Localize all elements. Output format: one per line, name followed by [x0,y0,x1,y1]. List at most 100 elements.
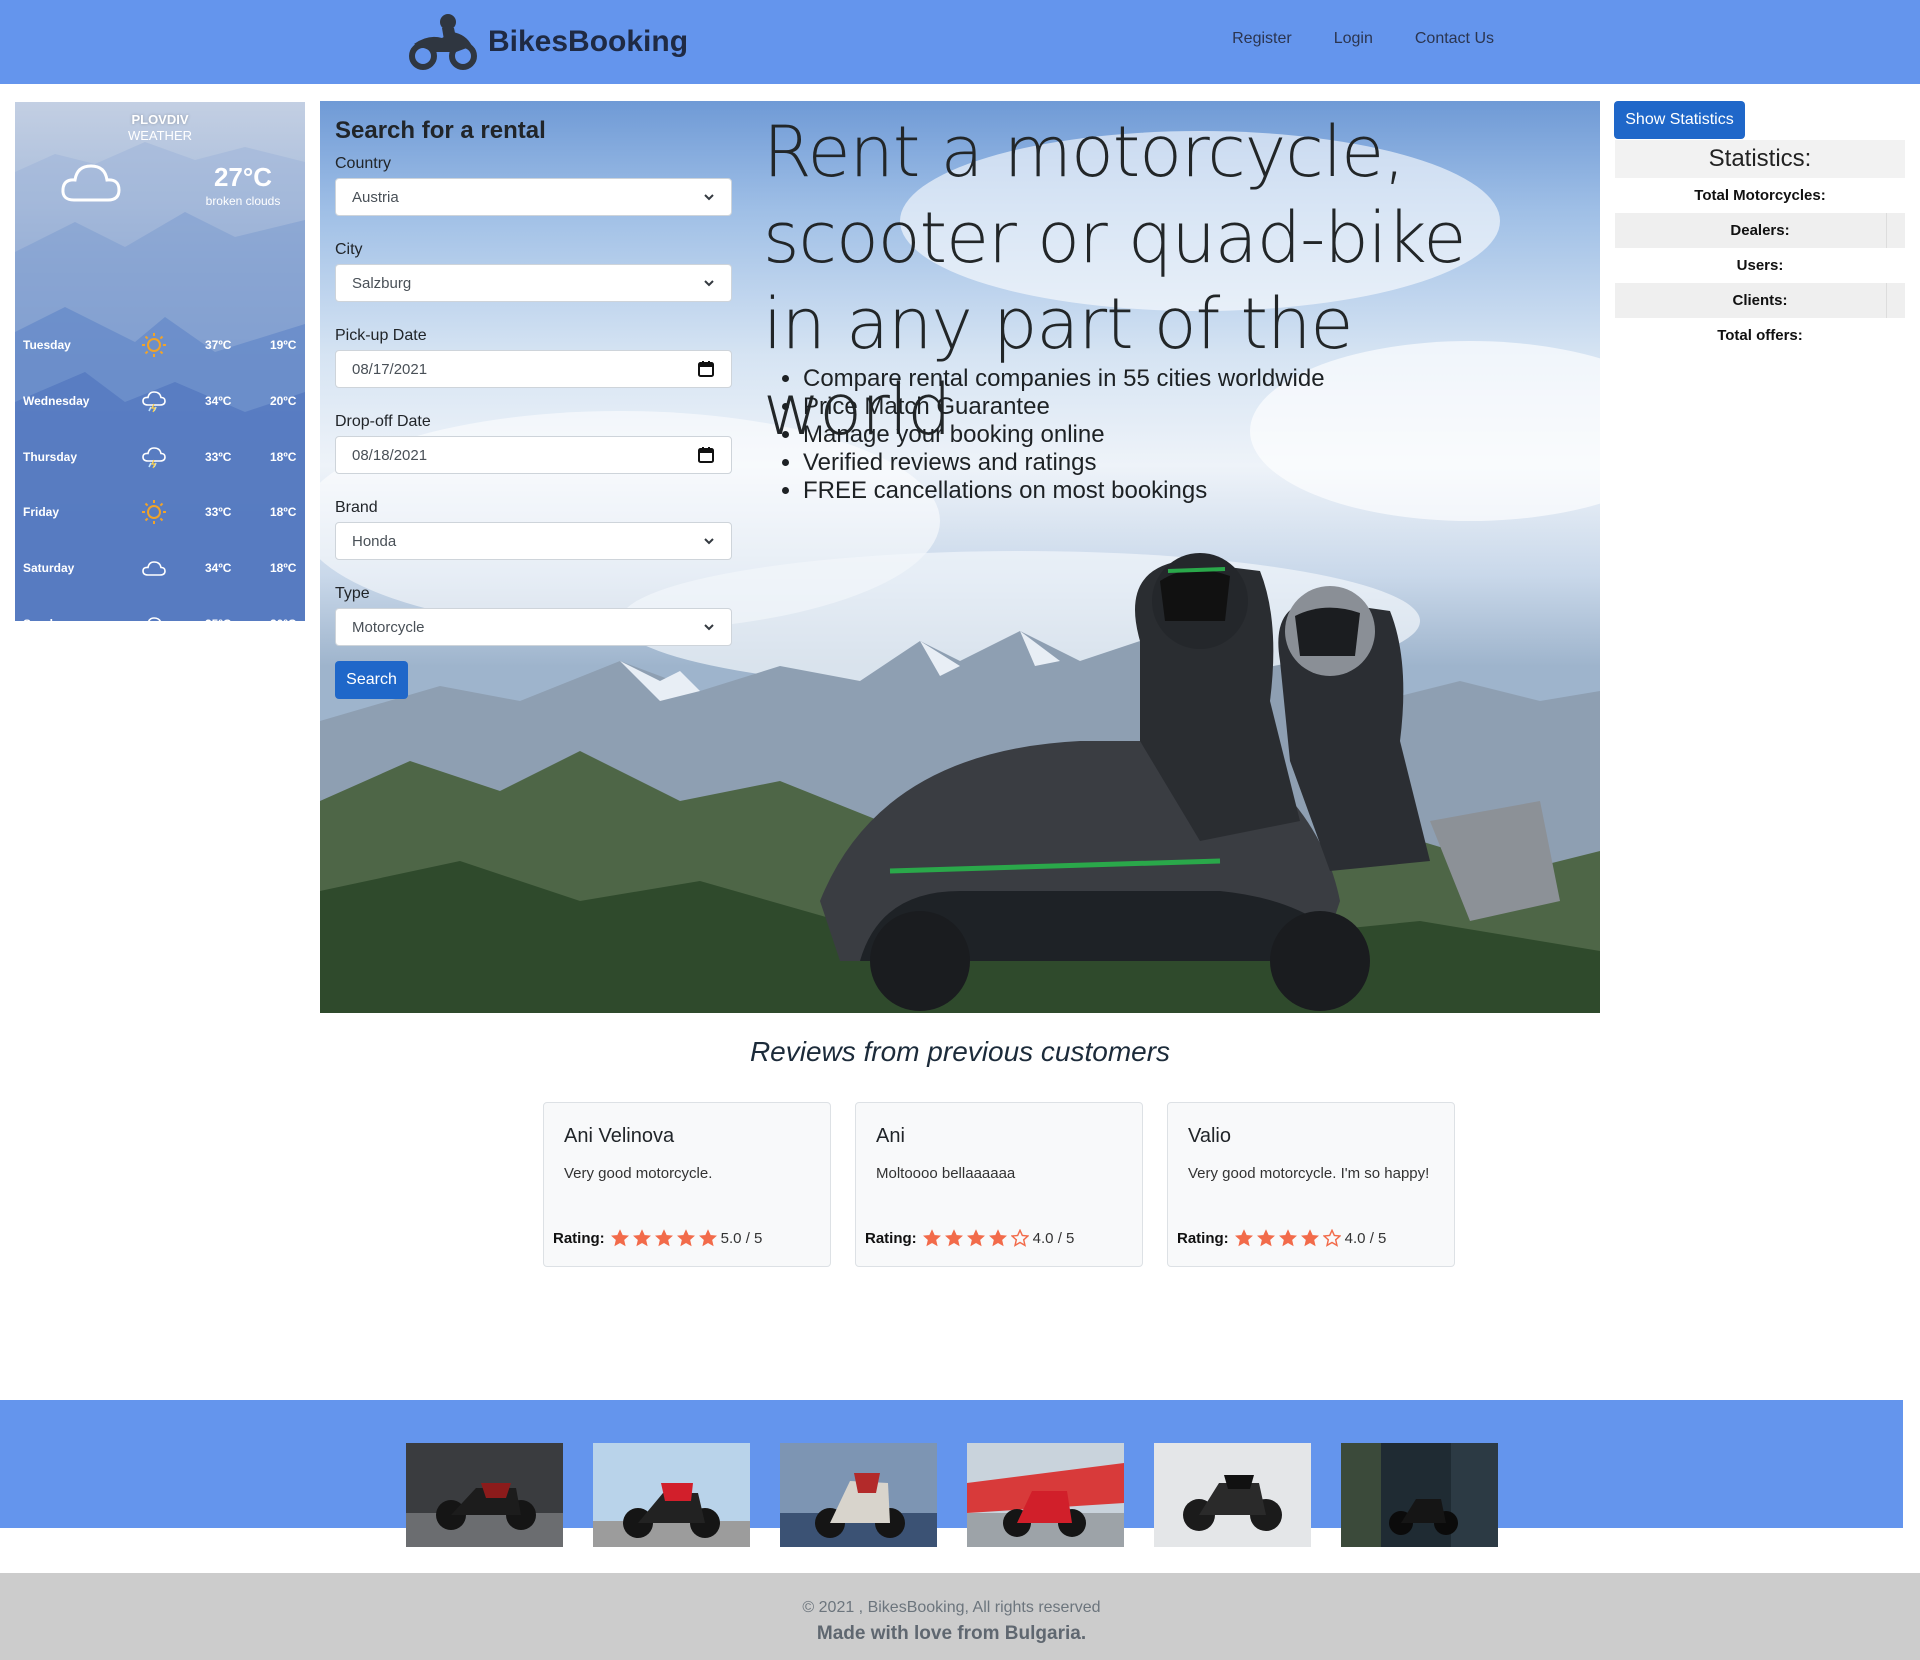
review-author: Valio [1188,1125,1231,1147]
review-text: Very good motorcycle. [564,1165,713,1182]
forecast-row-friday: Friday 33ºC 18ºC [15,497,305,527]
star-empty-icon [1010,1229,1029,1247]
sun-icon [141,332,167,358]
weather-widget: PLOVDIV WEATHER 27°C broken clouds Tuesd… [15,102,305,621]
country-label: Country [335,155,392,172]
nav-login-link[interactable]: Login [1334,30,1373,48]
weather-subtitle: WEATHER [127,128,193,143]
star-filled-icon [698,1229,717,1247]
gallery-thumbnail[interactable] [1341,1443,1498,1547]
rain-icon [141,388,167,414]
forecast-low: 20ºC [270,617,296,621]
review-text: Moltoooo bellaaaaaa [876,1165,1016,1182]
rating-stars [922,1229,1029,1247]
gallery-band [0,1400,1903,1528]
forecast-low: 18ºC [270,505,297,520]
type-value: Motorcycle [352,618,425,636]
country-select[interactable]: Austria [335,178,732,216]
hero-feature-item: Price Match Guarantee [803,393,1325,421]
cloud-icon [141,555,167,581]
review-card: Ani Moltoooo bellaaaaaa Rating: 4.0 / 5 [855,1102,1143,1267]
forecast-high: 37ºC [205,338,232,352]
show-statistics-button[interactable]: Show Statistics [1614,101,1745,139]
forecast-low: 20ºC [270,393,297,408]
forecast-low: 19ºC [270,338,297,352]
dropoff-date-value: 08/18/2021 [352,446,428,464]
review-author: Ani [876,1125,905,1147]
stat-label: Dealers: [1730,222,1790,239]
stat-row-dealers: Dealers: [1615,213,1905,248]
star-filled-icon [1278,1229,1297,1247]
chevron-down-icon [704,538,714,545]
gallery-thumbnail[interactable] [593,1443,750,1547]
motorcycle-photo [593,1443,750,1547]
stat-label: Total Motorcycles: [1694,187,1826,204]
hero-feature-item: Compare rental companies in 55 cities wo… [803,365,1325,393]
brand-name: BikesBooking [488,25,689,58]
stat-label: Clients: [1732,292,1788,309]
motorcycle-photo [1154,1443,1311,1547]
calendar-icon[interactable] [697,446,715,464]
forecast-day: Friday [23,505,60,520]
gallery-thumbnail[interactable] [406,1443,563,1547]
gallery-thumbnail[interactable] [967,1443,1124,1547]
stat-row-clients: Clients: [1615,283,1905,318]
forecast-high: 34ºC [205,393,232,408]
brand-select[interactable]: Honda [335,522,732,560]
forecast-day: Sunday [23,617,66,621]
rating-label: Rating: [865,1229,917,1247]
rain-icon [141,444,167,470]
footer-copyright: © 2021 , BikesBooking, All rights reserv… [802,1599,1101,1616]
rating-stars [610,1229,717,1247]
sun-icon [141,499,167,525]
forecast-row-sunday: Sunday 35ºC 20ºC [15,609,305,621]
rating-value: 4.0 / 5 [1344,1229,1387,1247]
star-filled-icon [676,1229,695,1247]
search-button[interactable]: Search [335,661,408,699]
nav-contact-link[interactable]: Contact Us [1415,30,1494,48]
star-filled-icon [1300,1229,1319,1247]
city-select[interactable]: Salzburg [335,264,732,302]
search-title: Search for a rental [335,117,546,144]
forecast-high: 33ºC [205,505,232,520]
forecast-low: 18ºC [270,449,297,464]
review-rating: Rating: 5.0 / 5 [553,1229,762,1247]
gallery-thumbnail[interactable] [780,1443,937,1547]
pickup-date-input[interactable]: 08/17/2021 [335,350,732,388]
rating-value: 5.0 / 5 [720,1229,763,1247]
pickup-date-label: Pick-up Date [335,327,427,344]
cloud-icon [141,611,167,621]
star-filled-icon [654,1229,673,1247]
star-filled-icon [988,1229,1007,1247]
motorcycle-photo [406,1443,563,1547]
weather-city: PLOVDIV [131,112,189,127]
forecast-day: Wednesday [23,393,90,408]
navbar: BikesBooking Register Login Contact Us [0,0,1920,84]
statistics-table: Statistics: Total Motorcycles: Dealers: … [1615,140,1905,353]
forecast-row-saturday: Saturday 34ºC 18ºC [15,553,305,583]
forecast-row-tuesday: Tuesday 37ºC 19ºC [15,330,305,360]
forecast-day: Tuesday [23,338,71,352]
review-rating: Rating: 4.0 / 5 [865,1229,1074,1247]
search-panel: Search for a rental Country Austria City… [335,117,732,699]
brand[interactable]: BikesBooking [408,12,688,72]
gallery-thumbnail[interactable] [1154,1443,1311,1547]
star-empty-icon [1322,1229,1341,1247]
motorcycle-photo [1341,1443,1498,1547]
brand-value: Honda [352,532,397,550]
forecast-high: 35ºC [205,617,231,621]
calendar-icon[interactable] [697,360,715,378]
star-filled-icon [944,1229,963,1247]
city-value: Salzburg [352,274,412,292]
pickup-date-value: 08/17/2021 [352,360,428,378]
type-select[interactable]: Motorcycle [335,608,732,646]
footer: © 2021 , BikesBooking, All rights reserv… [0,1573,1920,1660]
motorcycle-photo [780,1443,937,1547]
cloud-icon [61,164,121,202]
review-text: Very good motorcycle. I'm so happy! [1188,1165,1430,1182]
nav-register-link[interactable]: Register [1232,30,1292,48]
dropoff-date-input[interactable]: 08/18/2021 [335,436,732,474]
rating-label: Rating: [1177,1229,1229,1247]
forecast-row-thursday: Thursday 33ºC 18ºC [15,442,305,472]
review-rating: Rating: 4.0 / 5 [1177,1229,1386,1247]
